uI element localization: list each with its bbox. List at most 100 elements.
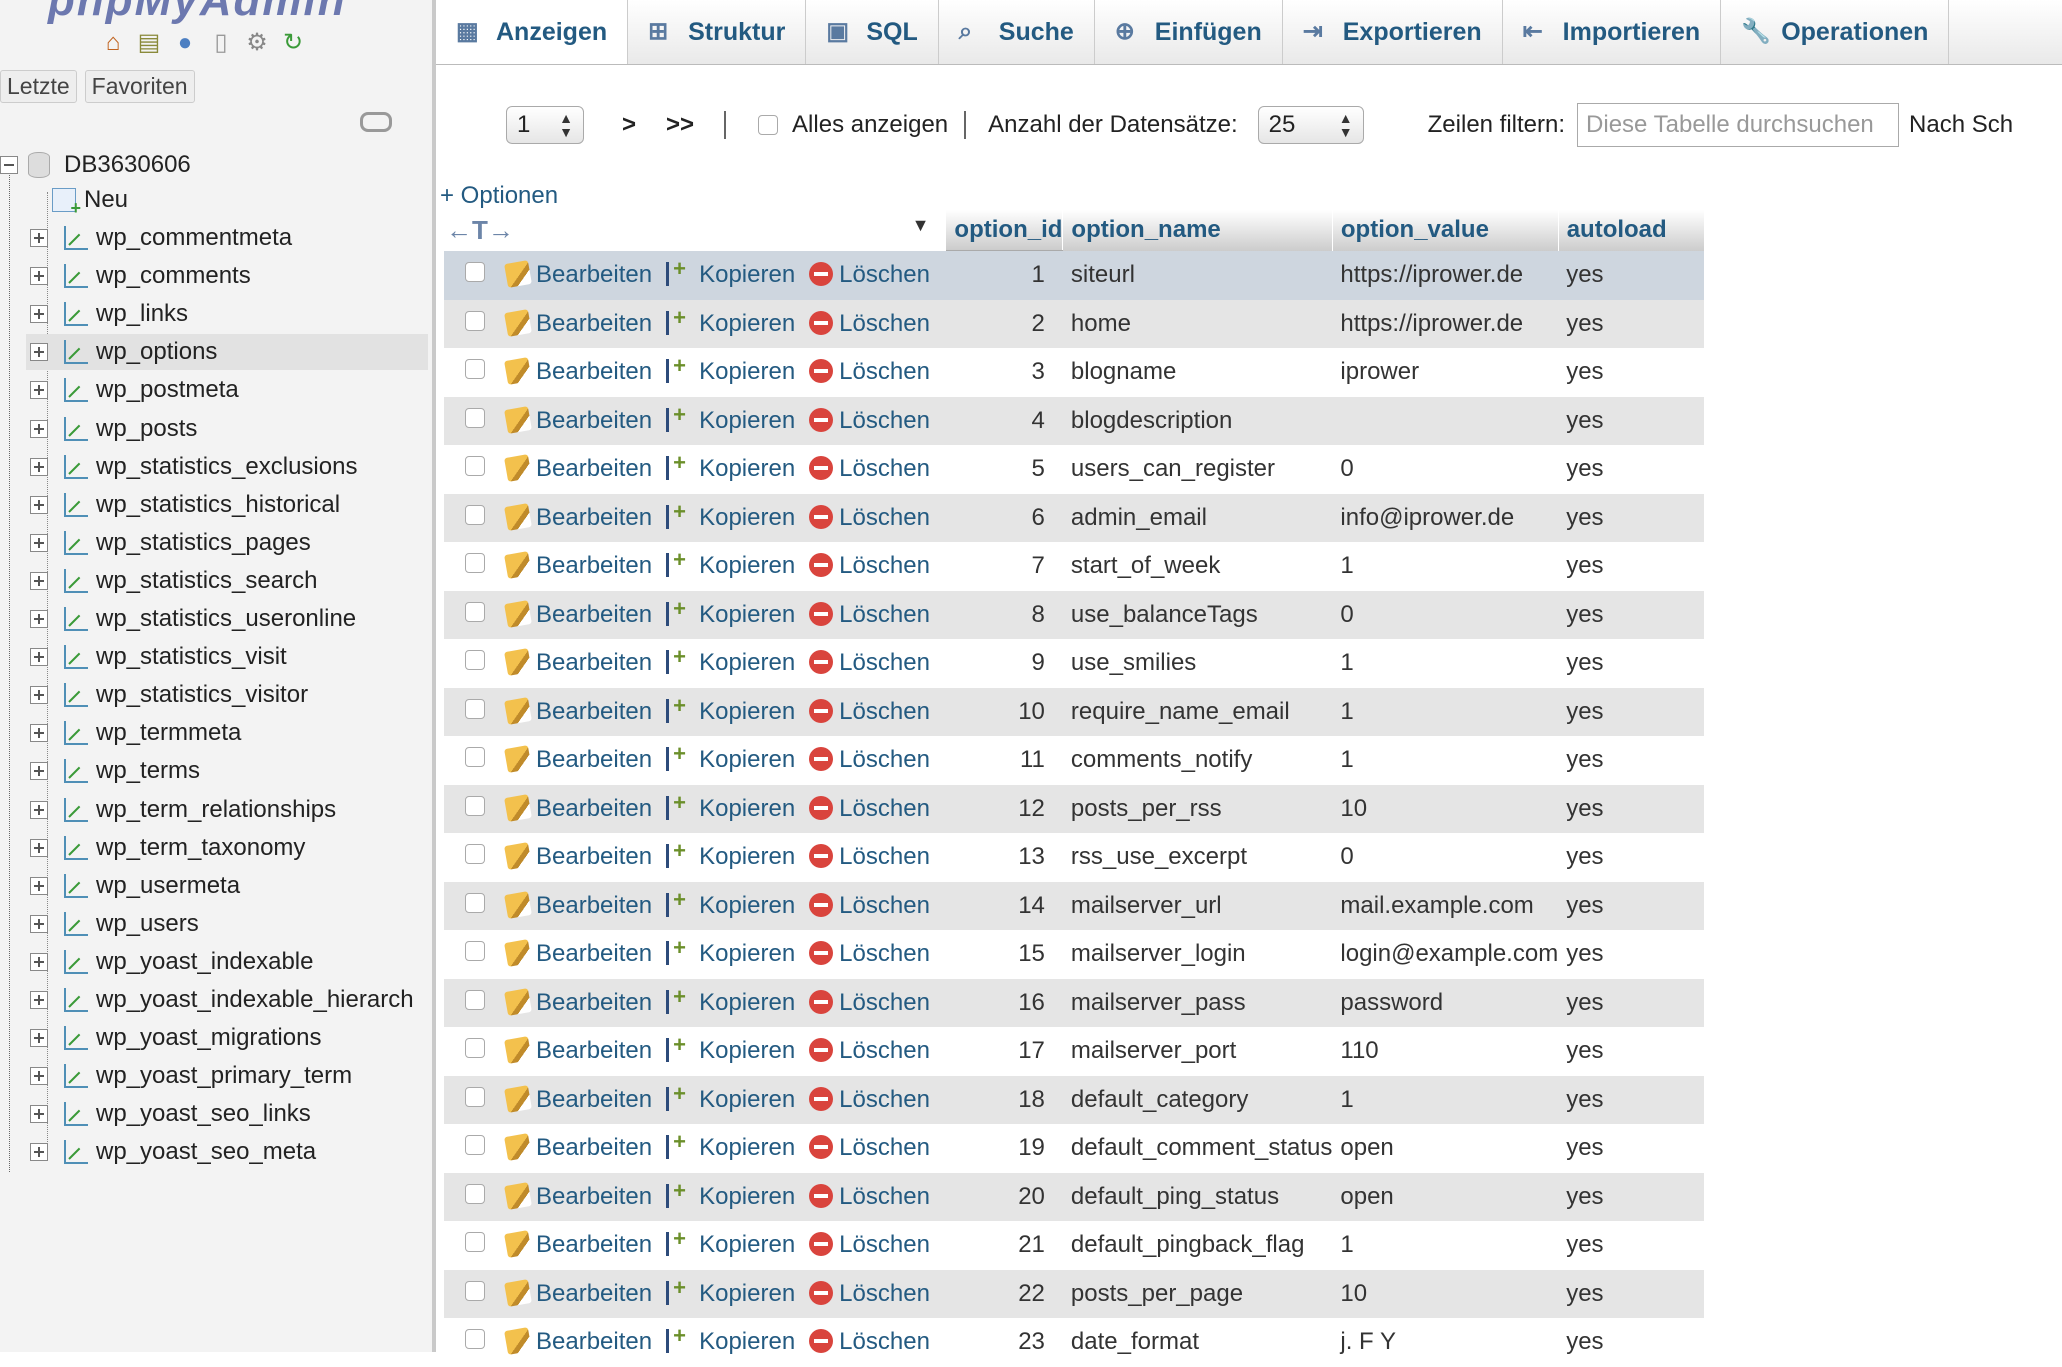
delete-link[interactable]: Löschen [809, 698, 930, 725]
copy-link[interactable]: Kopieren [666, 1081, 795, 1113]
cell-option-id[interactable]: 20 [945, 1172, 1063, 1221]
table-structure-icon[interactable] [64, 226, 88, 250]
delete-link[interactable]: Löschen [809, 940, 930, 967]
row-checkbox[interactable] [465, 1183, 485, 1204]
cell-option-name[interactable]: comments_notify [1062, 736, 1333, 785]
table-structure-icon[interactable] [64, 492, 88, 517]
copy-link[interactable]: Kopieren [666, 693, 795, 725]
expand-icon[interactable] [30, 533, 48, 552]
table-name[interactable]: wp_options [96, 338, 217, 366]
cell-option-id[interactable]: 15 [945, 930, 1063, 979]
expand-icon[interactable] [30, 952, 48, 971]
copy-link[interactable]: Kopieren [666, 402, 795, 434]
dropdown-icon[interactable]: ▼ [912, 215, 930, 236]
delete-link[interactable]: Löschen [809, 261, 930, 288]
copy-link[interactable]: Kopieren [666, 547, 795, 579]
table-structure-icon[interactable] [64, 759, 88, 784]
table-structure-icon[interactable] [64, 835, 88, 860]
cell-autoload[interactable]: yes [1558, 687, 1705, 736]
delete-link[interactable]: Löschen [809, 1037, 930, 1064]
delete-link[interactable]: Löschen [809, 1280, 930, 1307]
cell-option-value[interactable]: 1 [1332, 542, 1559, 591]
cell-autoload[interactable]: yes [1558, 1318, 1705, 1367]
col-header-autoload[interactable]: autoload [1558, 210, 1705, 251]
expand-icon[interactable] [30, 1067, 48, 1086]
link-with-main-panel-icon[interactable] [360, 112, 392, 132]
table-name[interactable]: wp_commentmeta [96, 224, 292, 252]
edit-link[interactable]: Bearbeiten [504, 551, 652, 579]
table-tree-item[interactable]: wp_statistics_pages [30, 525, 428, 561]
delete-link[interactable]: Löschen [809, 1231, 930, 1258]
cell-autoload[interactable]: yes [1558, 1124, 1705, 1173]
copy-link[interactable]: Kopieren [666, 1178, 795, 1210]
expand-icon[interactable] [30, 724, 48, 743]
row-checkbox[interactable] [465, 1135, 485, 1156]
edit-link[interactable]: Bearbeiten [504, 1036, 652, 1064]
expand-icon[interactable] [30, 267, 48, 286]
table-name[interactable]: wp_links [96, 300, 188, 328]
row-checkbox[interactable] [465, 359, 485, 380]
delete-link[interactable]: Löschen [809, 649, 930, 676]
table-structure-icon[interactable] [64, 530, 88, 555]
table-name[interactable]: wp_comments [96, 262, 251, 290]
cell-option-value[interactable]: https://iprower.de [1332, 299, 1559, 348]
edit-link[interactable]: Bearbeiten [504, 696, 652, 725]
cell-autoload[interactable]: yes [1558, 1075, 1705, 1124]
cell-autoload[interactable]: yes [1558, 250, 1705, 300]
row-checkbox[interactable] [465, 795, 485, 816]
tab-exportieren[interactable]: ⇥ Exportieren [1283, 0, 1503, 64]
cell-option-name[interactable]: mailserver_port [1062, 1027, 1333, 1076]
cell-option-value[interactable]: mail.example.com [1332, 881, 1559, 930]
table-structure-icon[interactable] [64, 568, 88, 593]
row-checkbox[interactable] [465, 407, 485, 428]
copy-link[interactable]: Kopieren [666, 790, 795, 822]
delete-link[interactable]: Löschen [809, 843, 930, 870]
expand-icon[interactable] [30, 838, 48, 857]
settings-icon[interactable]: ⚙ [244, 30, 270, 56]
table-name[interactable]: wp_term_taxonomy [96, 834, 305, 862]
delete-link[interactable]: Löschen [809, 504, 930, 531]
cell-option-value[interactable]: open [1332, 1124, 1559, 1173]
edit-link[interactable]: Bearbeiten [504, 1133, 652, 1161]
row-checkbox[interactable] [465, 601, 485, 622]
copy-link[interactable]: Kopieren [666, 1032, 795, 1064]
copy-link[interactable]: Kopieren [666, 984, 795, 1016]
copy-link[interactable]: Kopieren [666, 353, 795, 385]
table-name[interactable]: wp_yoast_migrations [96, 1024, 321, 1052]
cell-option-value[interactable]: 1 [1332, 1221, 1559, 1270]
cell-autoload[interactable]: yes [1558, 396, 1705, 445]
delete-link[interactable]: Löschen [809, 1086, 930, 1113]
phpmyadmin-logo[interactable]: phpMyAdmin [48, 0, 347, 26]
table-structure-icon[interactable] [64, 683, 88, 708]
new-table-link[interactable]: Neu [46, 182, 432, 219]
cell-option-value[interactable]: 0 [1332, 833, 1559, 882]
edit-link[interactable]: Bearbeiten [504, 1084, 652, 1113]
table-structure-icon[interactable] [64, 264, 88, 289]
expand-icon[interactable] [30, 762, 48, 781]
collapse-icon[interactable] [0, 156, 18, 174]
cell-option-name[interactable]: blogdescription [1062, 396, 1333, 445]
table-name[interactable]: wp_statistics_historical [96, 491, 340, 519]
table-structure-icon[interactable] [64, 454, 88, 479]
cell-autoload[interactable]: yes [1558, 930, 1705, 979]
cell-autoload[interactable]: yes [1558, 784, 1705, 833]
table-tree-item[interactable]: wp_yoast_seo_meta [30, 1134, 428, 1170]
table-name[interactable]: wp_yoast_indexable_hierarch [96, 986, 414, 1014]
table-tree-item[interactable]: wp_term_relationships [30, 792, 428, 828]
cell-option-name[interactable]: posts_per_rss [1062, 784, 1333, 833]
row-checkbox[interactable] [465, 1329, 485, 1350]
copy-link[interactable]: Kopieren [666, 305, 795, 337]
edit-link[interactable]: Bearbeiten [504, 1181, 652, 1210]
edit-link[interactable]: Bearbeiten [504, 502, 652, 531]
cell-option-value[interactable]: 1 [1332, 639, 1559, 688]
table-tree-item[interactable]: wp_usermeta [30, 868, 428, 904]
cell-option-name[interactable]: rss_use_excerpt [1062, 833, 1333, 882]
cell-option-value[interactable]: 0 [1332, 445, 1559, 494]
cell-autoload[interactable]: yes [1558, 978, 1705, 1027]
cell-option-id[interactable]: 1 [945, 250, 1063, 300]
table-tree-item[interactable]: wp_statistics_search [30, 563, 428, 599]
table-name[interactable]: wp_yoast_seo_meta [96, 1138, 316, 1166]
cell-option-value[interactable]: 1 [1332, 687, 1559, 736]
cell-option-value[interactable]: password [1332, 978, 1559, 1027]
copy-link[interactable]: Kopieren [666, 596, 795, 628]
